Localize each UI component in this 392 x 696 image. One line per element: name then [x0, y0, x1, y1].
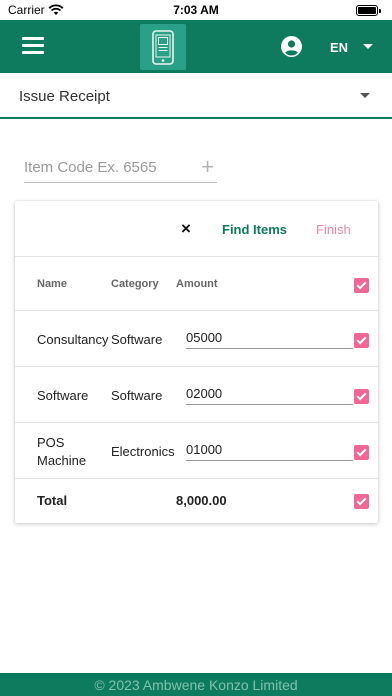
app-logo	[140, 24, 186, 70]
amount-input[interactable]	[186, 439, 353, 459]
language-dropdown-icon[interactable]	[363, 44, 373, 49]
row-checkbox[interactable]	[354, 389, 369, 404]
item-category: Software	[111, 332, 163, 347]
amount-input[interactable]	[186, 383, 353, 403]
finish-button[interactable]: Finish	[316, 222, 351, 237]
items-panel-header: × Find Items Finish	[15, 201, 378, 257]
item-name: POS Machine	[37, 435, 87, 468]
footer: © 2023 Ambwene Konzo Limited	[0, 673, 392, 696]
hamburger-menu-icon[interactable]	[22, 37, 44, 55]
column-header-amount: Amount	[176, 278, 218, 290]
phone-receipt-logo-icon	[152, 30, 174, 65]
table-row: Consultancy Software	[15, 311, 378, 367]
receipt-type-value: Issue Receipt	[19, 88, 110, 105]
app-bar: EN	[0, 20, 392, 73]
clock: 7:03 AM	[173, 3, 219, 17]
total-label: Total	[37, 493, 68, 508]
item-code-input[interactable]	[24, 155, 189, 179]
select-all-checkbox[interactable]	[354, 278, 369, 293]
items-panel: × Find Items Finish Name Category Amount…	[15, 201, 378, 523]
close-icon[interactable]: ×	[181, 219, 191, 239]
column-header-category: Category	[111, 278, 159, 290]
chevron-down-icon	[360, 93, 370, 98]
copyright-text: © 2023 Ambwene Konzo Limited	[94, 677, 298, 693]
row-checkbox[interactable]	[354, 445, 369, 460]
amount-field[interactable]	[186, 327, 353, 349]
item-name: Software	[37, 388, 89, 403]
row-checkbox[interactable]	[354, 333, 369, 348]
receipt-type-select[interactable]: Issue Receipt	[0, 73, 392, 119]
item-code-field[interactable]: +	[24, 155, 217, 183]
add-item-icon[interactable]: +	[201, 155, 214, 179]
table-row: Software Software	[15, 367, 378, 423]
item-name: Consultancy	[37, 332, 109, 347]
column-header-name: Name	[37, 278, 67, 290]
account-circle-icon[interactable]	[281, 36, 302, 57]
total-value: 8,000.00	[176, 493, 227, 508]
total-checkbox[interactable]	[354, 494, 369, 509]
amount-field[interactable]	[186, 439, 353, 461]
item-category: Software	[111, 388, 163, 403]
table-header-row: Name Category Amount	[15, 257, 378, 311]
language-selector[interactable]: EN	[330, 40, 348, 55]
amount-input[interactable]	[186, 327, 353, 347]
total-row: Total 8,000.00	[15, 479, 378, 523]
find-items-button[interactable]: Find Items	[222, 222, 287, 237]
item-category: Electronics	[111, 444, 175, 459]
table-row: POS Machine Electronics	[15, 423, 378, 479]
status-bar: Carrier 7:03 AM	[0, 0, 392, 20]
battery-icon	[356, 5, 381, 16]
amount-field[interactable]	[186, 383, 353, 405]
